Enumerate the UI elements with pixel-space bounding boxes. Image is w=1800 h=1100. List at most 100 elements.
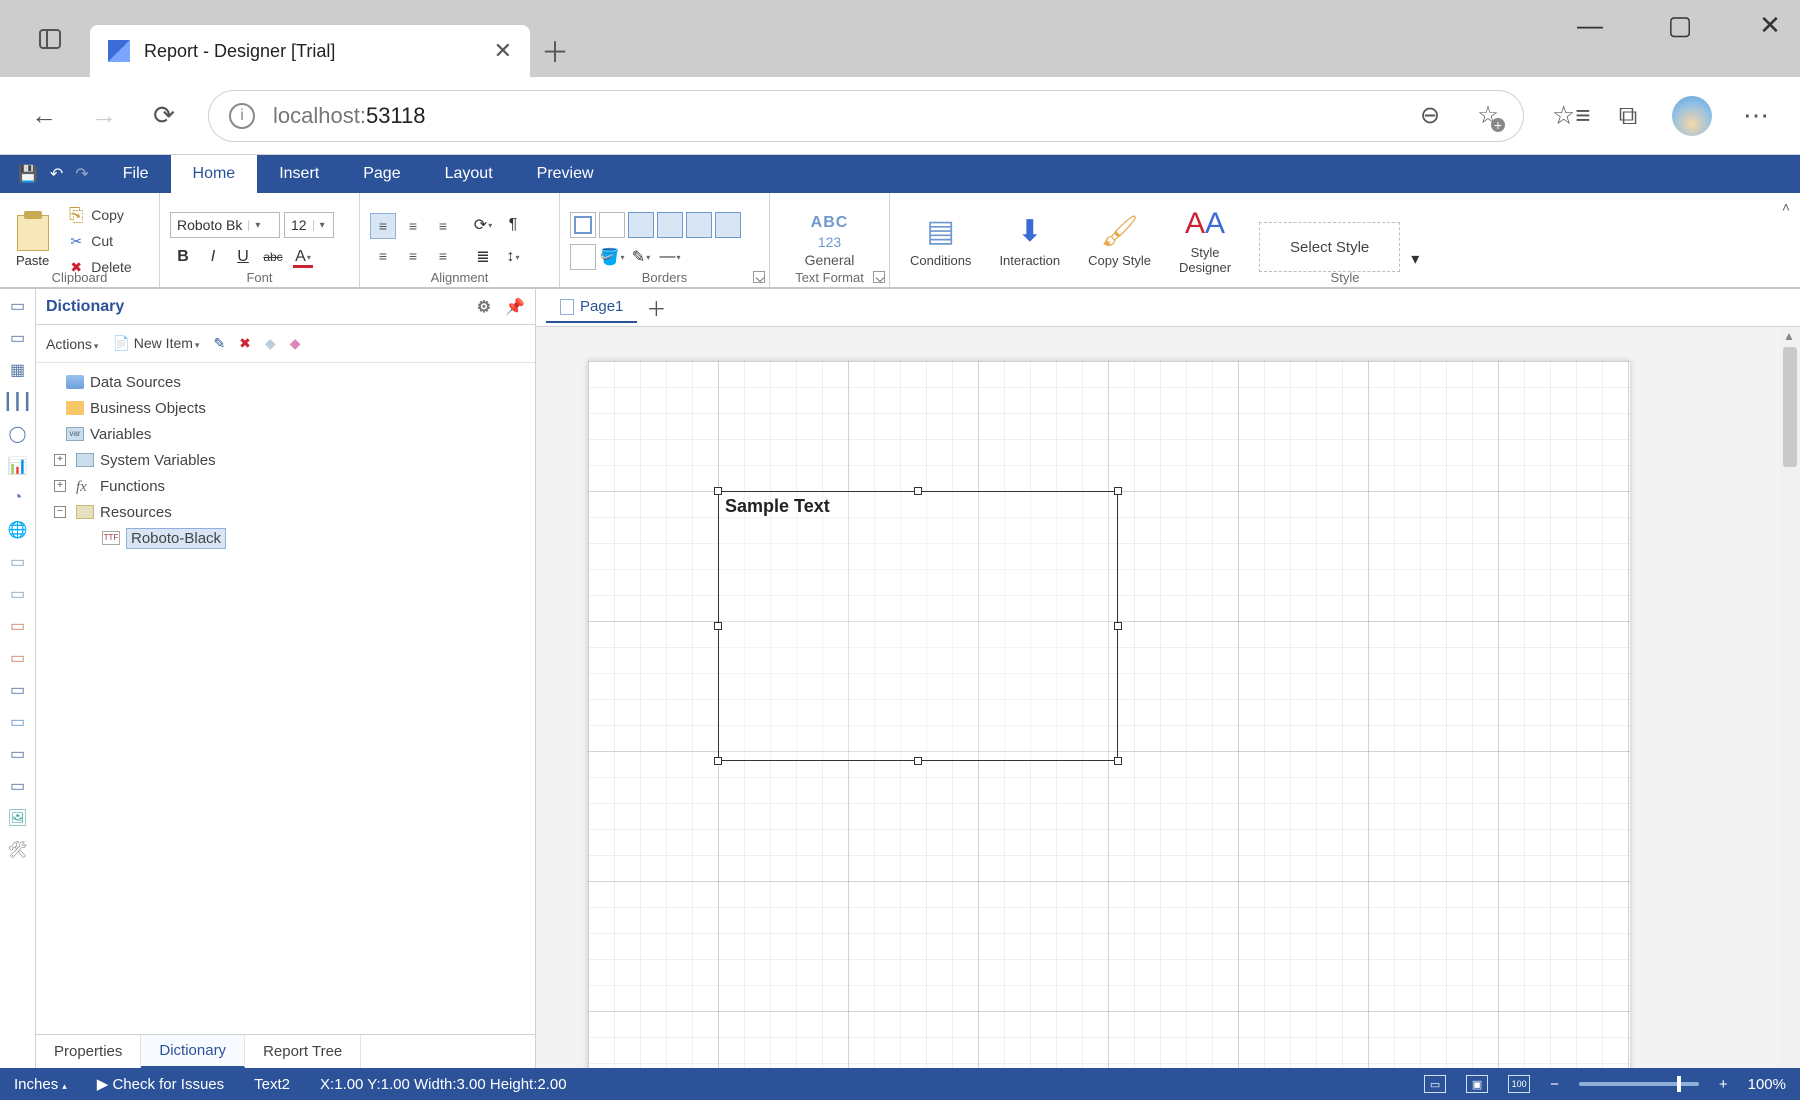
site-info-icon[interactable]: i: [229, 103, 255, 129]
tree-data-sources[interactable]: Data Sources: [46, 369, 525, 395]
window-close-icon[interactable]: ✕: [1750, 10, 1790, 41]
style-designer-button[interactable]: AA StyleDesigner: [1169, 207, 1241, 275]
tb-gauge-icon[interactable]: ◔: [5, 485, 31, 511]
tb-barcode-icon[interactable]: ┃┃┃: [5, 389, 31, 415]
copy-button[interactable]: Copy: [67, 203, 131, 227]
collections-icon[interactable]: ⧉: [1612, 100, 1644, 132]
tb-image-icon[interactable]: 🖼: [5, 805, 31, 831]
tree-functions[interactable]: +fxFunctions: [46, 473, 525, 499]
resize-handle-n[interactable]: [914, 487, 922, 495]
expand-icon[interactable]: +: [54, 454, 66, 466]
tab-close-icon[interactable]: ✕: [494, 38, 512, 64]
qat-undo-icon[interactable]: ↶: [50, 164, 63, 184]
tree-business-objects[interactable]: Business Objects: [46, 395, 525, 421]
borders-launcher-icon[interactable]: [753, 271, 765, 283]
zoom-in-button[interactable]: +: [1719, 1076, 1728, 1093]
border-bottom[interactable]: [715, 212, 741, 238]
ribbon-tab-file[interactable]: File: [101, 155, 171, 193]
vertical-scrollbar[interactable]: [1780, 327, 1800, 1068]
italic-button[interactable]: I: [200, 244, 226, 270]
view-mode-1-icon[interactable]: ▭: [1424, 1075, 1446, 1093]
view-mode-2-icon[interactable]: ▣: [1466, 1075, 1488, 1093]
border-all[interactable]: [570, 212, 596, 238]
tab-actions-icon[interactable]: [20, 9, 80, 69]
border-color-button[interactable]: ✎▾: [628, 244, 654, 270]
profile-avatar[interactable]: [1672, 96, 1712, 136]
favorites-list-icon[interactable]: ☆≡: [1552, 100, 1584, 131]
ribbon-collapse-icon[interactable]: ˄: [1782, 199, 1790, 215]
tb-subreport-icon[interactable]: ▭: [5, 741, 31, 767]
border-style-button[interactable]: —▾: [657, 244, 683, 270]
style-gallery-more-icon[interactable]: ▾: [1402, 246, 1428, 272]
qat-redo-icon[interactable]: ↷: [75, 164, 88, 184]
ribbon-tab-page[interactable]: Page: [341, 155, 422, 193]
ribbon-tab-layout[interactable]: Layout: [423, 155, 515, 193]
panel-tab-report-tree[interactable]: Report Tree: [245, 1035, 361, 1068]
align-left[interactable]: ≡: [370, 243, 396, 269]
tree-system-variables[interactable]: +System Variables: [46, 447, 525, 473]
browser-menu-icon[interactable]: ⋯: [1740, 100, 1772, 131]
new-item-dropdown[interactable]: New Item▾: [112, 335, 199, 352]
actions-dropdown[interactable]: Actions▾: [46, 336, 98, 352]
panel-gear-icon[interactable]: ⚙: [477, 297, 491, 317]
ribbon-tab-home[interactable]: Home: [171, 155, 258, 193]
window-minimize-icon[interactable]: —: [1570, 10, 1610, 41]
tb-databand-icon[interactable]: ▭: [5, 325, 31, 351]
tb-shape-icon[interactable]: ◯: [5, 421, 31, 447]
expand-icon[interactable]: +: [54, 480, 66, 492]
copy-style-button[interactable]: 🖌 Copy Style: [1078, 214, 1161, 268]
zoom-out-icon[interactable]: ⊖: [1415, 101, 1445, 130]
border-left[interactable]: [628, 212, 654, 238]
panel-tab-dictionary[interactable]: Dictionary: [141, 1035, 245, 1068]
bold-button[interactable]: B: [170, 244, 196, 270]
tb-pointer-icon[interactable]: ▭: [5, 293, 31, 319]
strike-button[interactable]: abc: [260, 244, 286, 270]
resize-handle-se[interactable]: [1114, 757, 1122, 765]
conditions-button[interactable]: ▤ Conditions: [900, 214, 981, 268]
favorite-icon[interactable]: ☆: [1473, 101, 1503, 130]
resize-handle-sw[interactable]: [714, 757, 722, 765]
new-tab-button[interactable]: ＋: [530, 25, 580, 77]
align-right[interactable]: ≡: [430, 243, 456, 269]
address-bar[interactable]: i localhost:53118 ⊖ ☆: [208, 90, 1524, 142]
resize-handle-e[interactable]: [1114, 622, 1122, 630]
tb-textcell2-icon[interactable]: ▭: [5, 645, 31, 671]
font-color-button[interactable]: A▾: [290, 244, 316, 270]
delete-item-button[interactable]: [239, 335, 251, 352]
select-style-gallery[interactable]: Select Style: [1259, 222, 1400, 272]
rotate-button[interactable]: ⟳▾: [470, 212, 496, 238]
collapse-icon[interactable]: −: [54, 506, 66, 518]
tb-clone-icon[interactable]: ▭: [5, 709, 31, 735]
ribbon-tab-preview[interactable]: Preview: [515, 155, 616, 193]
underline-button[interactable]: U: [230, 244, 256, 270]
browser-tab-active[interactable]: Report - Designer [Trial] ✕: [90, 25, 530, 77]
tree-variables[interactable]: varVariables: [46, 421, 525, 447]
qat-save-icon[interactable]: 💾: [18, 164, 38, 184]
resize-handle-w[interactable]: [714, 622, 722, 630]
border-top[interactable]: [657, 212, 683, 238]
font-size-combo[interactable]: 12▾: [284, 212, 334, 238]
tb-chart-icon[interactable]: 📊: [5, 453, 31, 479]
border-right[interactable]: [686, 212, 712, 238]
check-issues-button[interactable]: ▶ Check for Issues: [97, 1075, 224, 1093]
resize-handle-s[interactable]: [914, 757, 922, 765]
panel-tab-properties[interactable]: Properties: [36, 1035, 141, 1068]
wordwrap-button[interactable]: ¶: [500, 212, 526, 238]
paste-button[interactable]: Paste: [10, 215, 55, 268]
text-format-button[interactable]: ABC 123 General: [805, 214, 855, 268]
zoom-slider[interactable]: [1579, 1082, 1699, 1086]
resize-handle-nw[interactable]: [714, 487, 722, 495]
align-top-right[interactable]: ≡: [430, 213, 456, 239]
view-mode-3-icon[interactable]: 100: [1508, 1075, 1530, 1093]
move-up-button[interactable]: [265, 335, 276, 352]
align-top-center[interactable]: ≡: [400, 213, 426, 239]
report-page[interactable]: Sample Text al: [588, 361, 1630, 1068]
tree-resource-roboto[interactable]: TTFRoboto-Black: [46, 525, 525, 551]
tb-zip-icon[interactable]: ▭: [5, 773, 31, 799]
add-page-button[interactable]: ＋: [641, 293, 671, 323]
textformat-launcher-icon[interactable]: [873, 271, 885, 283]
fill-color-button[interactable]: 🪣▾: [599, 244, 625, 270]
align-center[interactable]: ≡: [400, 243, 426, 269]
align-top-left[interactable]: ≡: [370, 213, 396, 239]
tree-resources[interactable]: −Resources: [46, 499, 525, 525]
